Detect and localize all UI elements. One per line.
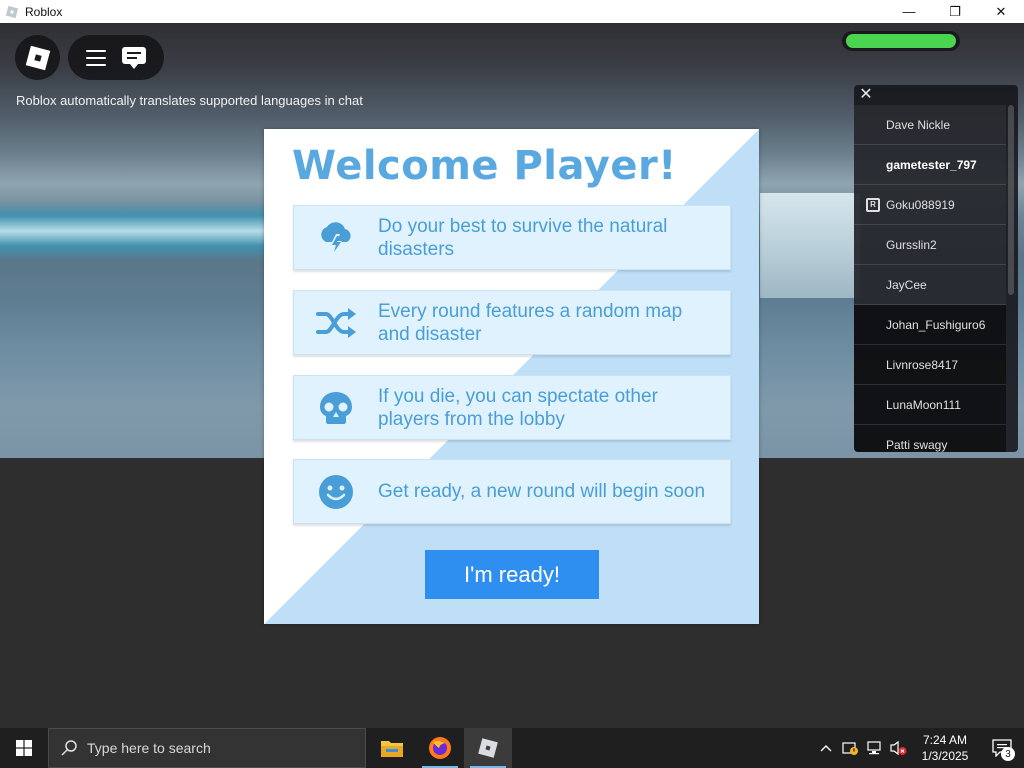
- welcome-dialog: Welcome Player! Do your best to survive …: [264, 129, 759, 624]
- health-bar: [842, 31, 960, 51]
- info-card-get-ready: Get ready, a new round will begin soon: [293, 459, 731, 524]
- tray-network-button[interactable]: [862, 728, 886, 768]
- premium-badge-icon: R: [866, 197, 880, 212]
- clock-time: 7:24 AM: [922, 733, 968, 747]
- windows-logo-icon: [16, 740, 32, 756]
- player-name: Dave Nickle: [886, 117, 951, 132]
- chat-translate-notice: Roblox automatically translates supporte…: [16, 93, 363, 108]
- security-warning-icon: [842, 742, 858, 755]
- player-list-row[interactable]: Livnrose8417: [854, 345, 1006, 385]
- skull-icon: [320, 391, 352, 424]
- player-name: Johan_Fushiguro6: [886, 317, 986, 332]
- system-tray: 7:24 AM 1/3/2025 3: [814, 728, 1024, 768]
- minimize-button[interactable]: —: [886, 0, 932, 23]
- player-name: gametester_797: [886, 157, 977, 172]
- scene-structure: [760, 193, 860, 298]
- player-list-row[interactable]: JayCee: [854, 265, 1006, 305]
- roblox-icon: [478, 738, 498, 758]
- network-icon: [867, 741, 881, 755]
- roblox-icon: [5, 5, 19, 18]
- player-name: Livnrose8417: [886, 357, 959, 372]
- roblox-menu-button[interactable]: [15, 35, 60, 80]
- card-text: If you die, you can spectate other playe…: [378, 385, 658, 430]
- taskbar-app-file-explorer[interactable]: [368, 728, 416, 768]
- player-list-row[interactable]: Gursslin2: [854, 225, 1006, 265]
- minimize-icon: —: [902, 4, 916, 19]
- file-explorer-icon: [381, 741, 403, 757]
- player-list-row[interactable]: gametester_797: [854, 145, 1006, 185]
- card-text: Do your best to survive the natural disa…: [378, 215, 668, 260]
- search-placeholder: Type here to search: [87, 740, 211, 756]
- player-list-close-button[interactable]: ✕: [859, 87, 873, 103]
- info-card-spectate: If you die, you can spectate other playe…: [293, 375, 731, 440]
- window-titlebar: Roblox — ❐ ✕: [0, 0, 1024, 23]
- player-list-row[interactable]: LunaMoon111: [854, 385, 1006, 425]
- storm-cloud-icon: [321, 221, 351, 255]
- health-bar-fill: [846, 34, 956, 48]
- shuffle-icon: [316, 307, 356, 338]
- restore-icon: ❐: [949, 3, 961, 19]
- firefox-icon: [429, 737, 451, 759]
- notification-count-badge: 3: [1001, 747, 1015, 761]
- search-icon: [61, 740, 77, 756]
- dialog-title: Welcome Player!: [292, 143, 677, 189]
- player-list-row[interactable]: Johan_Fushiguro6: [854, 305, 1006, 345]
- taskbar-clock[interactable]: 7:24 AM 1/3/2025: [910, 732, 980, 764]
- show-hidden-icons-button[interactable]: [814, 728, 838, 768]
- clock-date: 1/3/2025: [921, 749, 969, 763]
- card-text: Every round features a random map and di…: [378, 300, 683, 345]
- chat-icon[interactable]: [121, 46, 147, 70]
- tray-volume-button[interactable]: [886, 728, 910, 768]
- close-icon: ✕: [995, 3, 1007, 19]
- start-button[interactable]: [0, 728, 48, 768]
- volume-muted-icon: [890, 740, 907, 756]
- player-list-row[interactable]: Dave Nickle: [854, 105, 1006, 145]
- hamburger-menu-icon[interactable]: [85, 49, 106, 66]
- windows-taskbar: Type here to search 7:24 AM 1/3/2025 3: [0, 728, 1024, 768]
- player-name: Patti swagy: [886, 437, 948, 452]
- smiley-icon: [319, 474, 353, 509]
- player-list-row[interactable]: Patti swagy: [854, 425, 1006, 452]
- card-text: Get ready, a new round will begin soon: [378, 481, 706, 502]
- roblox-logo-icon: [25, 45, 50, 70]
- close-button[interactable]: ✕: [978, 0, 1024, 23]
- taskbar-app-roblox[interactable]: [464, 728, 512, 768]
- player-name: Gursslin2: [886, 237, 937, 252]
- scene-light-stripe: [0, 201, 300, 261]
- topbar-menu-pill: [68, 35, 164, 80]
- game-viewport[interactable]: Roblox automatically translates supporte…: [0, 23, 1024, 728]
- taskbar-app-firefox[interactable]: [416, 728, 464, 768]
- player-list-row[interactable]: R Goku088919: [854, 185, 1006, 225]
- action-center-button[interactable]: 3: [980, 728, 1024, 768]
- info-card-random-map: Every round features a random map and di…: [293, 290, 731, 355]
- tray-meet-now-button[interactable]: [838, 728, 862, 768]
- window-title: Roblox: [25, 4, 63, 19]
- player-list[interactable]: ✕ Dave Nickle gametester_797 R Goku088919 Gu…: [854, 85, 1018, 452]
- player-list-scrollbar[interactable]: [1008, 105, 1014, 295]
- im-ready-button[interactable]: I'm ready!: [425, 550, 599, 599]
- taskbar-search-box[interactable]: Type here to search: [48, 728, 366, 768]
- player-name: LunaMoon111: [886, 397, 961, 412]
- player-list-rows: Dave Nickle gametester_797 R Goku088919 Gurs…: [854, 105, 1006, 452]
- player-name: Goku088919: [886, 197, 955, 212]
- player-name: JayCee: [886, 277, 927, 292]
- chevron-up-icon: [820, 745, 832, 752]
- info-card-survive: Do your best to survive the natural disa…: [293, 205, 731, 270]
- restore-button[interactable]: ❐: [932, 0, 978, 23]
